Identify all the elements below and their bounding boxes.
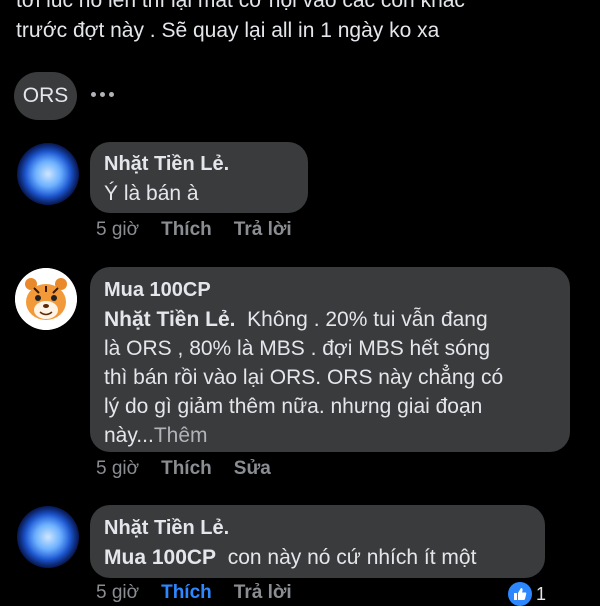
previous-comment-line: tới lúc nó lên thì lại mất cơ hội vào cá… <box>16 0 465 12</box>
like-button[interactable]: Thích <box>161 219 212 241</box>
mention-tag[interactable]: Nhặt Tiền Lẻ. <box>104 308 235 331</box>
comment-bubble: Nhặt Tiền Lẻ. Ý là bán à <box>90 142 308 213</box>
avatar[interactable] <box>17 143 79 205</box>
comment-time: 5 giờ <box>96 219 140 240</box>
comment-text-line: lý do gì giảm thêm nữa. nhưng giai đoạn <box>104 395 483 418</box>
comment-actions: 5 giờ Thích Trả lời <box>96 219 292 241</box>
tiger-avatar-icon <box>15 268 77 330</box>
comment-bubble: Mua 100CP Nhặt Tiền Lẻ. Không . 20% tui … <box>90 267 570 452</box>
comment-author[interactable]: Mua 100CP <box>104 277 211 303</box>
comment-time: 5 giờ <box>96 458 140 479</box>
comment-text-line: là ORS , 80% là MBS . đợi MBS hết sóng <box>104 337 491 360</box>
more-dots-icon[interactable] <box>91 92 114 97</box>
ors-tag-chip[interactable]: ORS <box>14 72 77 120</box>
comment-actions: 5 giờ Thích Sửa <box>96 458 271 480</box>
reaction-count[interactable]: 1 <box>508 582 546 606</box>
comment-author[interactable]: Nhặt Tiền Lẻ. <box>104 515 229 541</box>
reaction-count-number: 1 <box>536 583 547 604</box>
edit-button[interactable]: Sửa <box>234 458 271 480</box>
comment-author[interactable]: Nhặt Tiền Lẻ. <box>104 151 229 177</box>
comment-actions: 5 giờ Thích Trả lời <box>96 582 292 604</box>
like-button[interactable]: Thích <box>161 582 212 604</box>
comment-text-line: Không . 20% tui vẫn đang <box>247 308 488 331</box>
avatar[interactable] <box>17 506 79 568</box>
previous-comment-text: tới lúc nó lên thì lại mất cơ hội vào cá… <box>16 0 586 46</box>
previous-comment-line: trước đợt này . Sẽ quay lại all in 1 ngà… <box>16 19 440 42</box>
mention-tag[interactable]: Mua 100CP <box>104 546 216 569</box>
reply-button[interactable]: Trả lời <box>234 219 292 241</box>
comment-text-line: con này nó cứ nhích ít một <box>227 546 477 569</box>
like-thumb-icon <box>508 582 532 606</box>
comment-text: Mua 100CP con này nó cứ nhích ít một <box>104 543 544 572</box>
comment-text-line: thì bán rồi vào lại ORS. ORS này chẳng c… <box>104 366 504 389</box>
avatar[interactable] <box>15 268 77 330</box>
comment-time: 5 giờ <box>96 582 140 603</box>
reply-button[interactable]: Trả lời <box>234 582 292 604</box>
comment-bubble: Nhặt Tiền Lẻ. Mua 100CP con này nó cứ nh… <box>90 505 545 578</box>
see-more-link[interactable]: Thêm <box>154 424 208 447</box>
comment-text-line: này... <box>104 424 154 447</box>
comment-text: Ý là bán à <box>104 182 199 205</box>
comment-text: Nhặt Tiền Lẻ. Không . 20% tui vẫn đang l… <box>104 305 564 450</box>
like-button[interactable]: Thích <box>161 458 212 480</box>
